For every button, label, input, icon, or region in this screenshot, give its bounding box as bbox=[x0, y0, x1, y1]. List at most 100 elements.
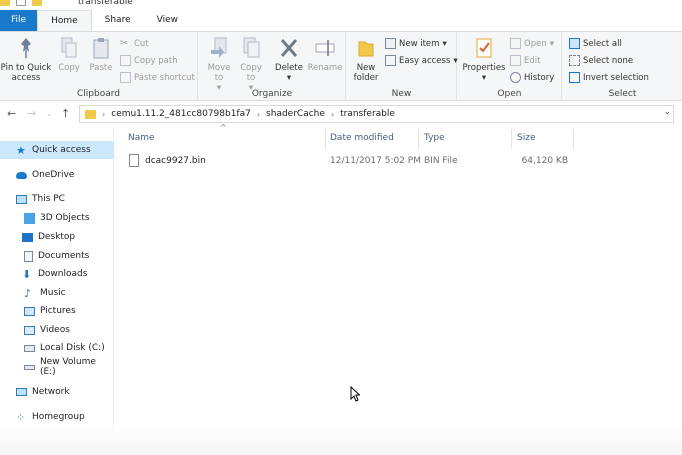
breadcrumb-cemu[interactable]: cemu1.11.2_481cc80798b1fa7 bbox=[111, 109, 251, 119]
column-divider[interactable] bbox=[418, 129, 419, 149]
pin-to-quick-access-button[interactable]: Pin to Quick access bbox=[0, 36, 52, 83]
paste-shortcut-button[interactable]: Paste shortcut bbox=[120, 72, 195, 83]
arrow-right-icon: → bbox=[27, 107, 37, 120]
select-all-icon bbox=[569, 38, 580, 49]
properties-label: Properties bbox=[462, 63, 506, 73]
address-bar[interactable]: › cemu1.11.2_481cc80798b1fa7 › shaderCac… bbox=[79, 105, 674, 123]
open-button[interactable]: Open ▾ bbox=[510, 38, 554, 49]
sort-arrow-icon: ^ bbox=[220, 123, 227, 132]
tab-share[interactable]: Share bbox=[92, 10, 144, 31]
column-divider[interactable] bbox=[511, 129, 512, 149]
nav-item-videos[interactable]: Videos bbox=[0, 321, 114, 339]
invert-selection-button[interactable]: Invert selection bbox=[569, 72, 649, 83]
select-none-button[interactable]: Select none bbox=[569, 55, 633, 66]
nav-item-label: Pictures bbox=[40, 306, 76, 316]
scissors-icon: ✂ bbox=[120, 38, 129, 49]
new-folder-icon[interactable] bbox=[32, 0, 42, 6]
column-header-size[interactable]: Size bbox=[517, 133, 535, 143]
nav-item-homegroup[interactable]: ⁘ Homegroup bbox=[0, 408, 114, 426]
folder-icon bbox=[85, 109, 96, 119]
invert-selection-icon bbox=[569, 72, 580, 83]
table-row[interactable]: dcac9927.bin 12/11/2017 5:02 PM BIN File… bbox=[115, 153, 682, 171]
column-header-date[interactable]: Date modified bbox=[330, 133, 394, 143]
paste-shortcut-label: Paste shortcut bbox=[134, 72, 195, 83]
nav-item-label: Network bbox=[32, 387, 70, 397]
new-item-icon bbox=[385, 38, 396, 49]
easy-access-label: Easy access bbox=[399, 55, 451, 66]
recent-locations-button[interactable]: ⌄ bbox=[46, 109, 53, 118]
copy-button[interactable]: Copy bbox=[55, 36, 83, 73]
nav-item-documents[interactable]: Documents bbox=[0, 247, 114, 265]
select-none-label: Select none bbox=[583, 55, 634, 66]
file-size: 64,120 KB bbox=[521, 156, 568, 166]
copy-to-button[interactable]: Copy to ▾ bbox=[236, 36, 266, 93]
edit-icon bbox=[510, 55, 521, 66]
edit-button[interactable]: Edit bbox=[510, 55, 540, 66]
select-all-button[interactable]: Select all bbox=[569, 38, 622, 49]
new-folder-button[interactable]: New folder bbox=[351, 36, 381, 83]
nav-item-new-volume[interactable]: New Volume (E:) bbox=[0, 357, 114, 377]
nav-item-music[interactable]: ♪ Music bbox=[0, 284, 114, 302]
download-icon: ⬇ bbox=[22, 267, 32, 281]
homegroup-icon: ⁘ bbox=[16, 410, 26, 424]
checkbox-icon[interactable] bbox=[16, 0, 26, 6]
breadcrumb-transferable[interactable]: transferable bbox=[340, 109, 395, 119]
new-group: New folder New item ▾ Easy access ▾ New bbox=[347, 32, 458, 101]
chevron-down-icon: ▾ bbox=[549, 38, 554, 49]
new-item-button[interactable]: New item ▾ bbox=[385, 38, 447, 49]
star-icon: ★ bbox=[16, 143, 26, 157]
footer-gradient bbox=[0, 427, 682, 455]
nav-item-this-pc[interactable]: This PC bbox=[0, 190, 114, 208]
mouse-pointer-icon bbox=[350, 386, 360, 402]
nav-item-local-disk[interactable]: Local Disk (C:) bbox=[0, 339, 114, 357]
easy-access-button[interactable]: Easy access ▾ bbox=[385, 55, 458, 66]
column-header-name[interactable]: Name bbox=[128, 133, 155, 143]
nav-item-quick-access[interactable]: ★ Quick access bbox=[0, 141, 114, 159]
file-type: BIN File bbox=[424, 156, 458, 166]
nav-item-3d-objects[interactable]: 3D Objects bbox=[0, 209, 114, 227]
nav-item-pictures[interactable]: Pictures bbox=[0, 302, 114, 320]
chevron-right-icon: › bbox=[330, 109, 335, 119]
nav-item-downloads[interactable]: ⬇ Downloads bbox=[0, 265, 114, 283]
nav-item-label: Homegroup bbox=[32, 412, 85, 422]
cloud-icon bbox=[16, 171, 27, 179]
rename-button[interactable]: Rename bbox=[307, 36, 343, 73]
tab-file[interactable]: File bbox=[0, 10, 38, 31]
column-divider[interactable] bbox=[573, 129, 574, 149]
easy-access-icon bbox=[385, 55, 396, 66]
nav-item-network[interactable]: Network bbox=[0, 383, 114, 401]
column-headers: ^ Name Date modified Type Size bbox=[115, 123, 682, 151]
copy-path-button[interactable]: Copy path bbox=[120, 55, 178, 66]
cut-button[interactable]: ✂ Cut bbox=[120, 38, 149, 49]
history-label: History bbox=[524, 72, 555, 83]
nav-item-onedrive[interactable]: OneDrive bbox=[0, 166, 114, 184]
ribbon-tabs: File Home Share View bbox=[0, 10, 682, 31]
copy-icon bbox=[61, 37, 77, 58]
nav-item-desktop[interactable]: Desktop bbox=[0, 228, 114, 246]
select-group-label: Select bbox=[608, 89, 637, 99]
open-group-label: Open bbox=[497, 89, 522, 99]
back-button[interactable]: ← bbox=[7, 107, 16, 120]
history-button[interactable]: History bbox=[510, 72, 554, 83]
move-to-button[interactable]: Move to ▾ bbox=[203, 36, 235, 93]
forward-button[interactable]: → bbox=[27, 107, 36, 120]
nav-item-label: Local Disk (C:) bbox=[40, 343, 105, 353]
clipboard-group-label: Clipboard bbox=[77, 89, 120, 99]
video-icon bbox=[24, 325, 35, 335]
open-label: Open bbox=[524, 38, 547, 49]
column-divider[interactable] bbox=[325, 129, 326, 149]
nav-item-label: Desktop bbox=[38, 232, 76, 242]
nav-item-label: Quick access bbox=[32, 145, 91, 155]
paste-button[interactable]: Paste bbox=[87, 36, 115, 73]
address-dropdown-button[interactable]: ⌄ bbox=[663, 107, 671, 117]
pin-icon bbox=[21, 38, 31, 58]
tab-view[interactable]: View bbox=[144, 10, 191, 31]
properties-button[interactable]: Properties ▾ bbox=[462, 36, 506, 83]
nav-item-label: Videos bbox=[40, 325, 70, 335]
column-header-type[interactable]: Type bbox=[424, 133, 445, 143]
tab-home[interactable]: Home bbox=[37, 10, 92, 31]
breadcrumb-shadercache[interactable]: shaderCache bbox=[266, 109, 325, 119]
copy-to-icon bbox=[243, 37, 260, 58]
up-button[interactable]: ↑ bbox=[61, 107, 70, 120]
delete-button[interactable]: Delete ▾ bbox=[273, 36, 305, 83]
